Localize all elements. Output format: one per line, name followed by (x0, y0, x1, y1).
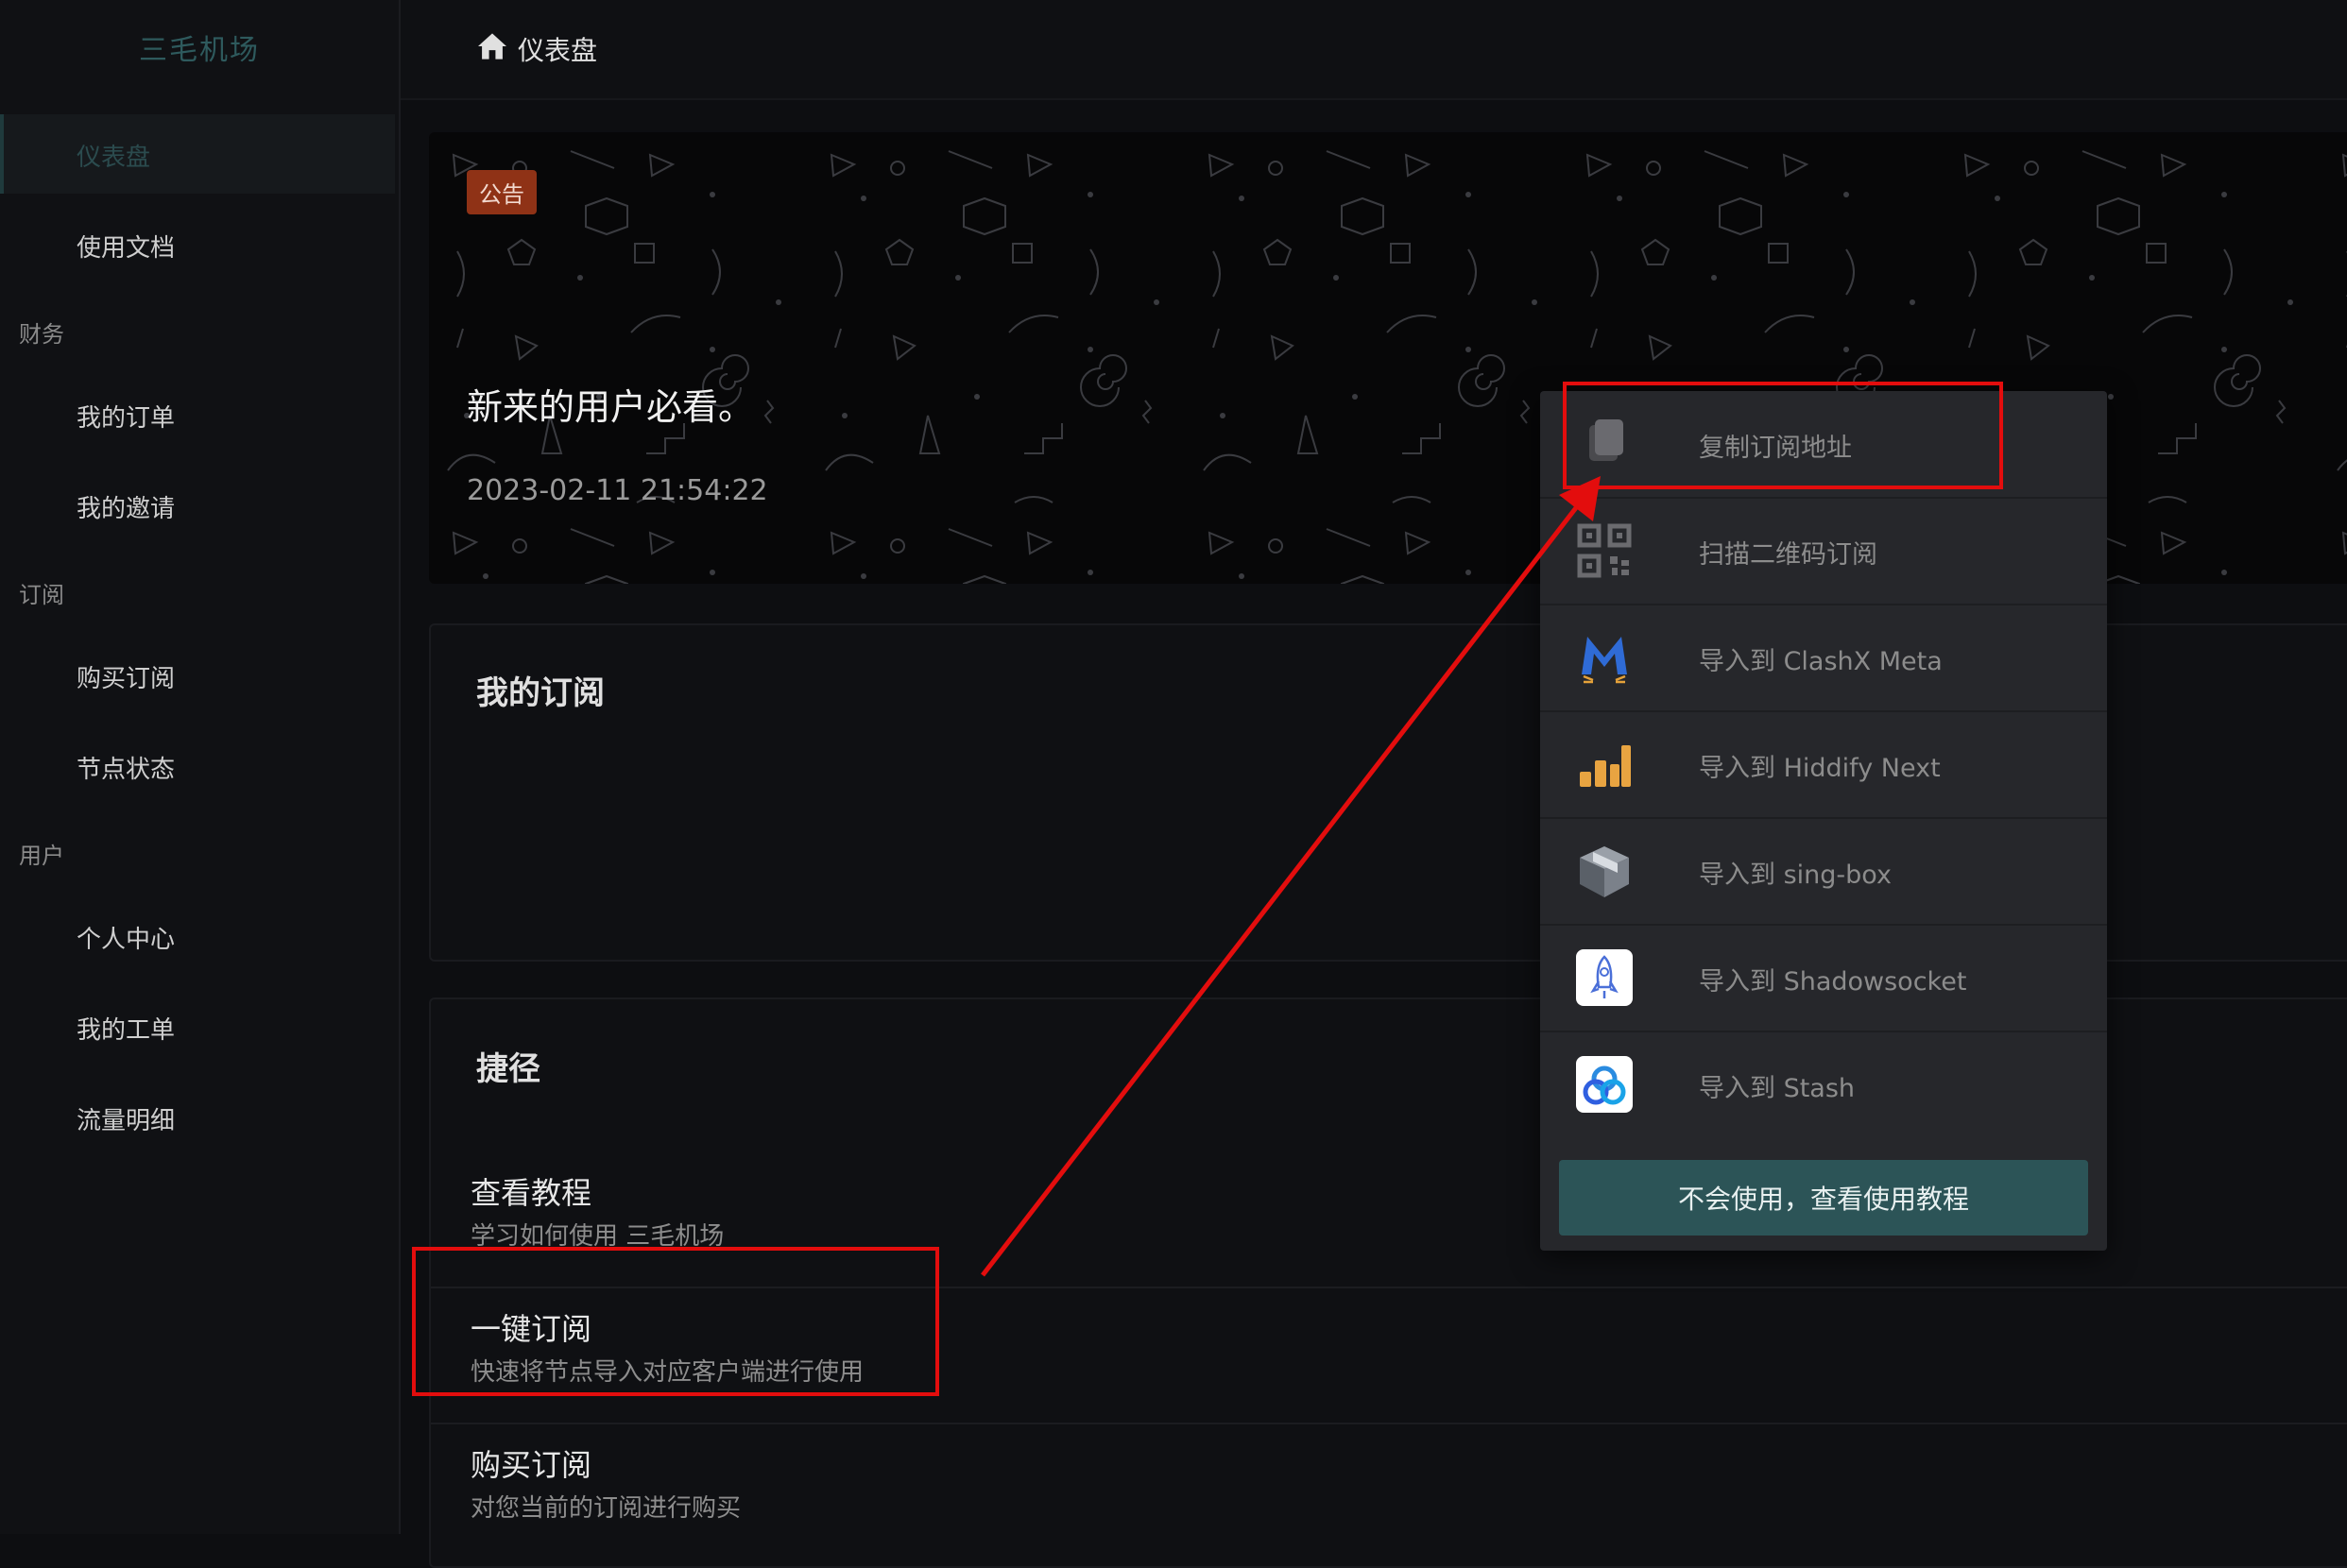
annotation-arrow (981, 476, 1601, 1277)
